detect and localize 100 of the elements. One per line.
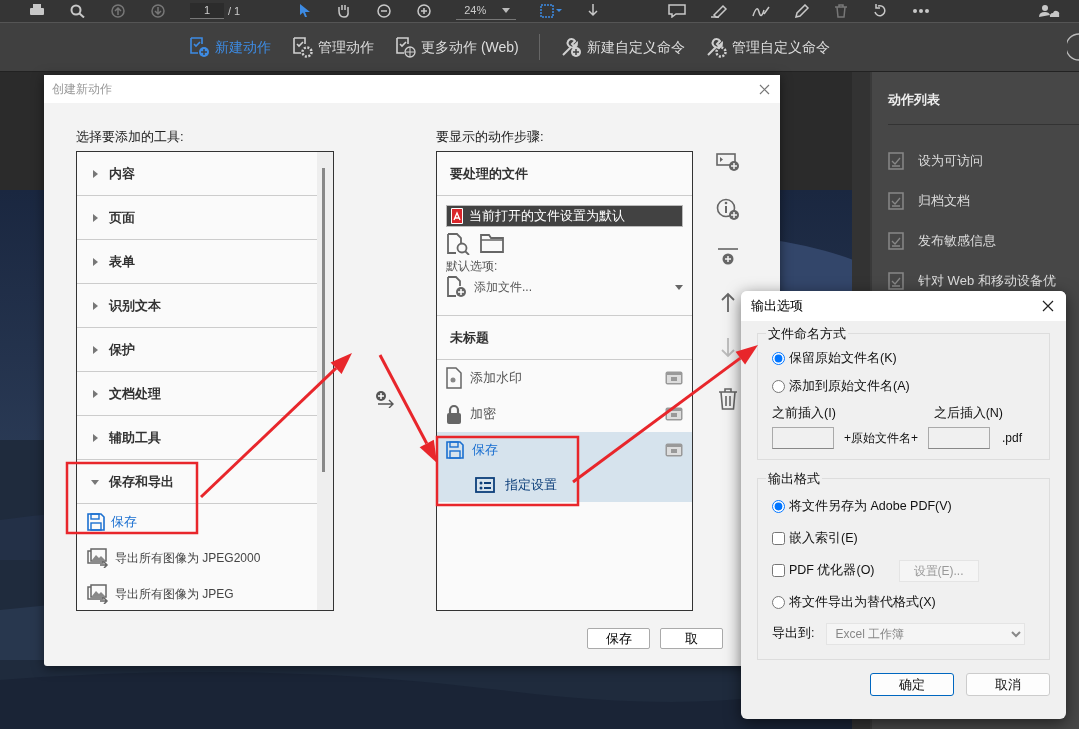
dialog-button[interactable]: 取消 (966, 672, 1050, 696)
file-search-icon[interactable] (446, 233, 470, 255)
save-icon (446, 441, 464, 459)
caret-icon (91, 433, 99, 442)
option-label: 将文件另存为 Adobe PDF(V) (789, 498, 952, 516)
tool-item[interactable]: 导出所有图像为 JPEG2000 (77, 540, 317, 576)
sign-icon[interactable] (752, 4, 771, 18)
section-header: 要处理的文件 (450, 164, 528, 183)
caret-icon (91, 169, 99, 178)
document-icon (446, 367, 462, 389)
pencil-icon[interactable] (794, 4, 811, 18)
file-option-bar[interactable]: 当前打开的文件设置为默认 (446, 205, 683, 227)
cloud-user-icon[interactable] (1038, 4, 1061, 18)
add-step-button[interactable] (375, 389, 395, 409)
action-step[interactable]: 保存 (437, 432, 692, 468)
page-total: / 1 (228, 3, 241, 19)
more-icon[interactable] (912, 8, 931, 14)
page-field[interactable]: 1 (190, 3, 224, 19)
info-add-icon[interactable] (716, 198, 740, 222)
add-files-dropdown[interactable]: 添加文件... (446, 275, 683, 299)
step-setting[interactable]: 指定设置 (437, 468, 692, 502)
comment-icon[interactable] (668, 4, 687, 18)
section-header: 未标题 (450, 328, 489, 347)
extension-text: .pdf (1002, 429, 1023, 447)
tool-item[interactable]: 保存 (77, 504, 317, 540)
action-list-item[interactable]: 发布敏感信息 (888, 220, 1079, 261)
radio-button[interactable] (772, 351, 785, 365)
image-export-icon (87, 548, 109, 568)
dialog-button[interactable]: 保存 (587, 628, 650, 649)
add-arrow-icon (375, 390, 395, 408)
download-icon[interactable] (586, 4, 601, 18)
field-label: 之前插入(I) (772, 405, 836, 422)
close-button[interactable] (1040, 300, 1056, 312)
action-add-icon (188, 36, 210, 58)
close-icon (759, 83, 770, 95)
caret-icon (91, 213, 99, 222)
up-arrow-icon[interactable] (720, 292, 736, 312)
trash-icon[interactable] (834, 4, 849, 18)
caret-icon (91, 301, 99, 310)
option-label: 添加到原始文件名(A) (789, 377, 910, 395)
action-tab[interactable]: 更多动作 (Web) (394, 36, 519, 58)
trash-icon[interactable] (718, 388, 738, 410)
pdf-icon (451, 208, 463, 224)
action-list-item[interactable]: 针对 Web 和移动设备优 (888, 260, 1079, 301)
action-gear-icon (291, 36, 313, 58)
section-label: 要显示的动作步骤: (436, 128, 545, 146)
caret-icon (91, 257, 99, 266)
print-icon[interactable] (28, 4, 46, 18)
lock-icon (446, 404, 462, 424)
field-label: 导出到: (772, 625, 815, 643)
input-field[interactable] (928, 426, 990, 449)
option-label: 嵌入索引(E) (789, 530, 858, 548)
zoom-out-icon[interactable] (376, 4, 393, 18)
highlight-icon[interactable] (710, 4, 729, 18)
dialog-title: 创建新动作 (52, 81, 112, 98)
action-tab[interactable]: 新建自定义命令 (559, 36, 685, 58)
action-tab[interactable]: 管理动作 (291, 36, 374, 58)
panel-title: 动作列表 (888, 90, 1079, 125)
action-tab[interactable]: 管理自定义命令 (704, 36, 830, 58)
field-label: 之后插入(N) (933, 405, 1003, 422)
image-export-icon (87, 584, 109, 604)
input-field[interactable] (772, 426, 834, 449)
checklist-icon (888, 271, 904, 290)
action-step[interactable]: 加密 (437, 396, 692, 432)
checkbox[interactable] (772, 532, 785, 546)
filename-text: +原始文件名+ (844, 429, 918, 447)
checklist-icon (888, 231, 904, 250)
action-step[interactable]: 添加水印 (437, 360, 692, 396)
tool-item[interactable]: 导出所有图像为 JPEG (77, 576, 317, 610)
option-label: 保留原始文件名(K) (789, 349, 897, 367)
option-label: PDF 优化器(O) (789, 562, 875, 580)
checkbox[interactable] (772, 564, 785, 578)
radio-button[interactable] (772, 500, 785, 514)
radio-button[interactable] (772, 596, 785, 610)
search-icon[interactable] (70, 4, 86, 18)
zoom-in-icon[interactable] (416, 4, 433, 18)
marquee-icon[interactable] (540, 4, 563, 18)
checklist-icon (888, 151, 904, 170)
file-add-icon (446, 276, 468, 298)
caret-icon (91, 389, 99, 398)
dialog-button[interactable]: 确定 (870, 672, 954, 696)
checklist-icon (888, 191, 904, 210)
add-stop-icon[interactable] (717, 248, 739, 266)
caret-icon (91, 345, 99, 354)
field-label: 默认选项: (446, 258, 499, 275)
dialog-toggle-icon[interactable] (665, 371, 683, 385)
section-label: 选择要添加的工具: (76, 128, 185, 146)
action-list-item[interactable]: 设为可访问 (888, 140, 1079, 181)
settings-list-icon (475, 477, 495, 493)
zoom-dropdown[interactable]: 24% (456, 2, 517, 20)
scrollbar-thumb[interactable] (322, 168, 325, 472)
save-icon (87, 513, 105, 531)
caret-icon (91, 477, 99, 486)
folder-icon[interactable] (480, 233, 504, 253)
action-list-item[interactable]: 归档文档 (888, 180, 1079, 221)
dialog-toggle-icon[interactable] (665, 443, 683, 457)
dialog-button[interactable]: 取 (660, 628, 723, 649)
option-label: 将文件导出为替代格式(X) (789, 594, 936, 612)
add-menu-item-icon[interactable] (716, 152, 740, 172)
radio-button[interactable] (772, 379, 785, 393)
